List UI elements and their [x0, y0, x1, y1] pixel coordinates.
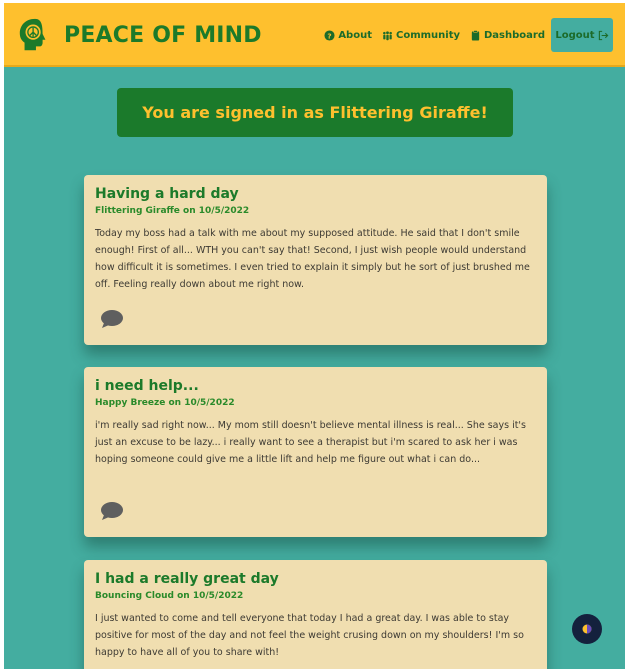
brand[interactable]: PEACE OF MIND	[16, 16, 262, 54]
nav-dashboard-label: Dashboard	[484, 29, 545, 41]
nav-links: ? About Community Dashboard Logout	[314, 18, 613, 52]
signed-in-text: You are signed in as Flittering Giraffe!	[142, 103, 488, 122]
logout-button[interactable]: Logout	[551, 18, 613, 52]
post-meta: Flittering Giraffe on 10/5/2022	[95, 206, 250, 216]
half-moon-icon	[582, 624, 592, 634]
post-card: i need help... Happy Breeze on 10/5/2022…	[84, 367, 547, 537]
svg-text:?: ?	[328, 31, 332, 40]
nav-community-label: Community	[395, 29, 460, 41]
post-meta: Happy Breeze on 10/5/2022	[95, 398, 235, 408]
logout-label: Logout	[555, 29, 595, 41]
nav-about-label: About	[338, 29, 372, 41]
post-body: Today my boss had a talk with me about m…	[95, 228, 530, 290]
comment-icon[interactable]	[100, 501, 124, 521]
navbar: PEACE OF MIND ? About Community Dashboar…	[4, 3, 625, 67]
question-circle-icon: ?	[324, 29, 335, 41]
brand-name: PEACE OF MIND	[64, 22, 262, 48]
nav-community-link[interactable]: Community	[382, 30, 460, 41]
post-body: I just wanted to come and tell everyone …	[95, 613, 524, 658]
comment-icon[interactable]	[100, 309, 124, 329]
post-meta: Bouncing Cloud on 10/5/2022	[95, 591, 244, 601]
clipboard-icon	[471, 29, 480, 41]
head-peace-icon	[19, 18, 46, 51]
app-frame: PEACE OF MIND ? About Community Dashboar…	[4, 3, 625, 669]
signed-in-banner: You are signed in as Flittering Giraffe!	[117, 88, 513, 137]
post-card: I had a really great day Bouncing Cloud …	[84, 560, 547, 669]
sign-out-icon	[598, 30, 608, 40]
nav-dashboard-link[interactable]: Dashboard	[470, 30, 545, 41]
post-card: Having a hard day Flittering Giraffe on …	[84, 175, 547, 345]
post-title[interactable]: Having a hard day	[95, 185, 536, 203]
people-group-icon	[383, 30, 392, 40]
post-title[interactable]: i need help...	[95, 377, 536, 395]
nav-about-link[interactable]: ? About	[324, 30, 372, 41]
post-body: i'm really sad right now... My mom still…	[95, 420, 526, 465]
theme-toggle-button[interactable]	[572, 614, 602, 644]
post-title[interactable]: I had a really great day	[95, 570, 536, 588]
